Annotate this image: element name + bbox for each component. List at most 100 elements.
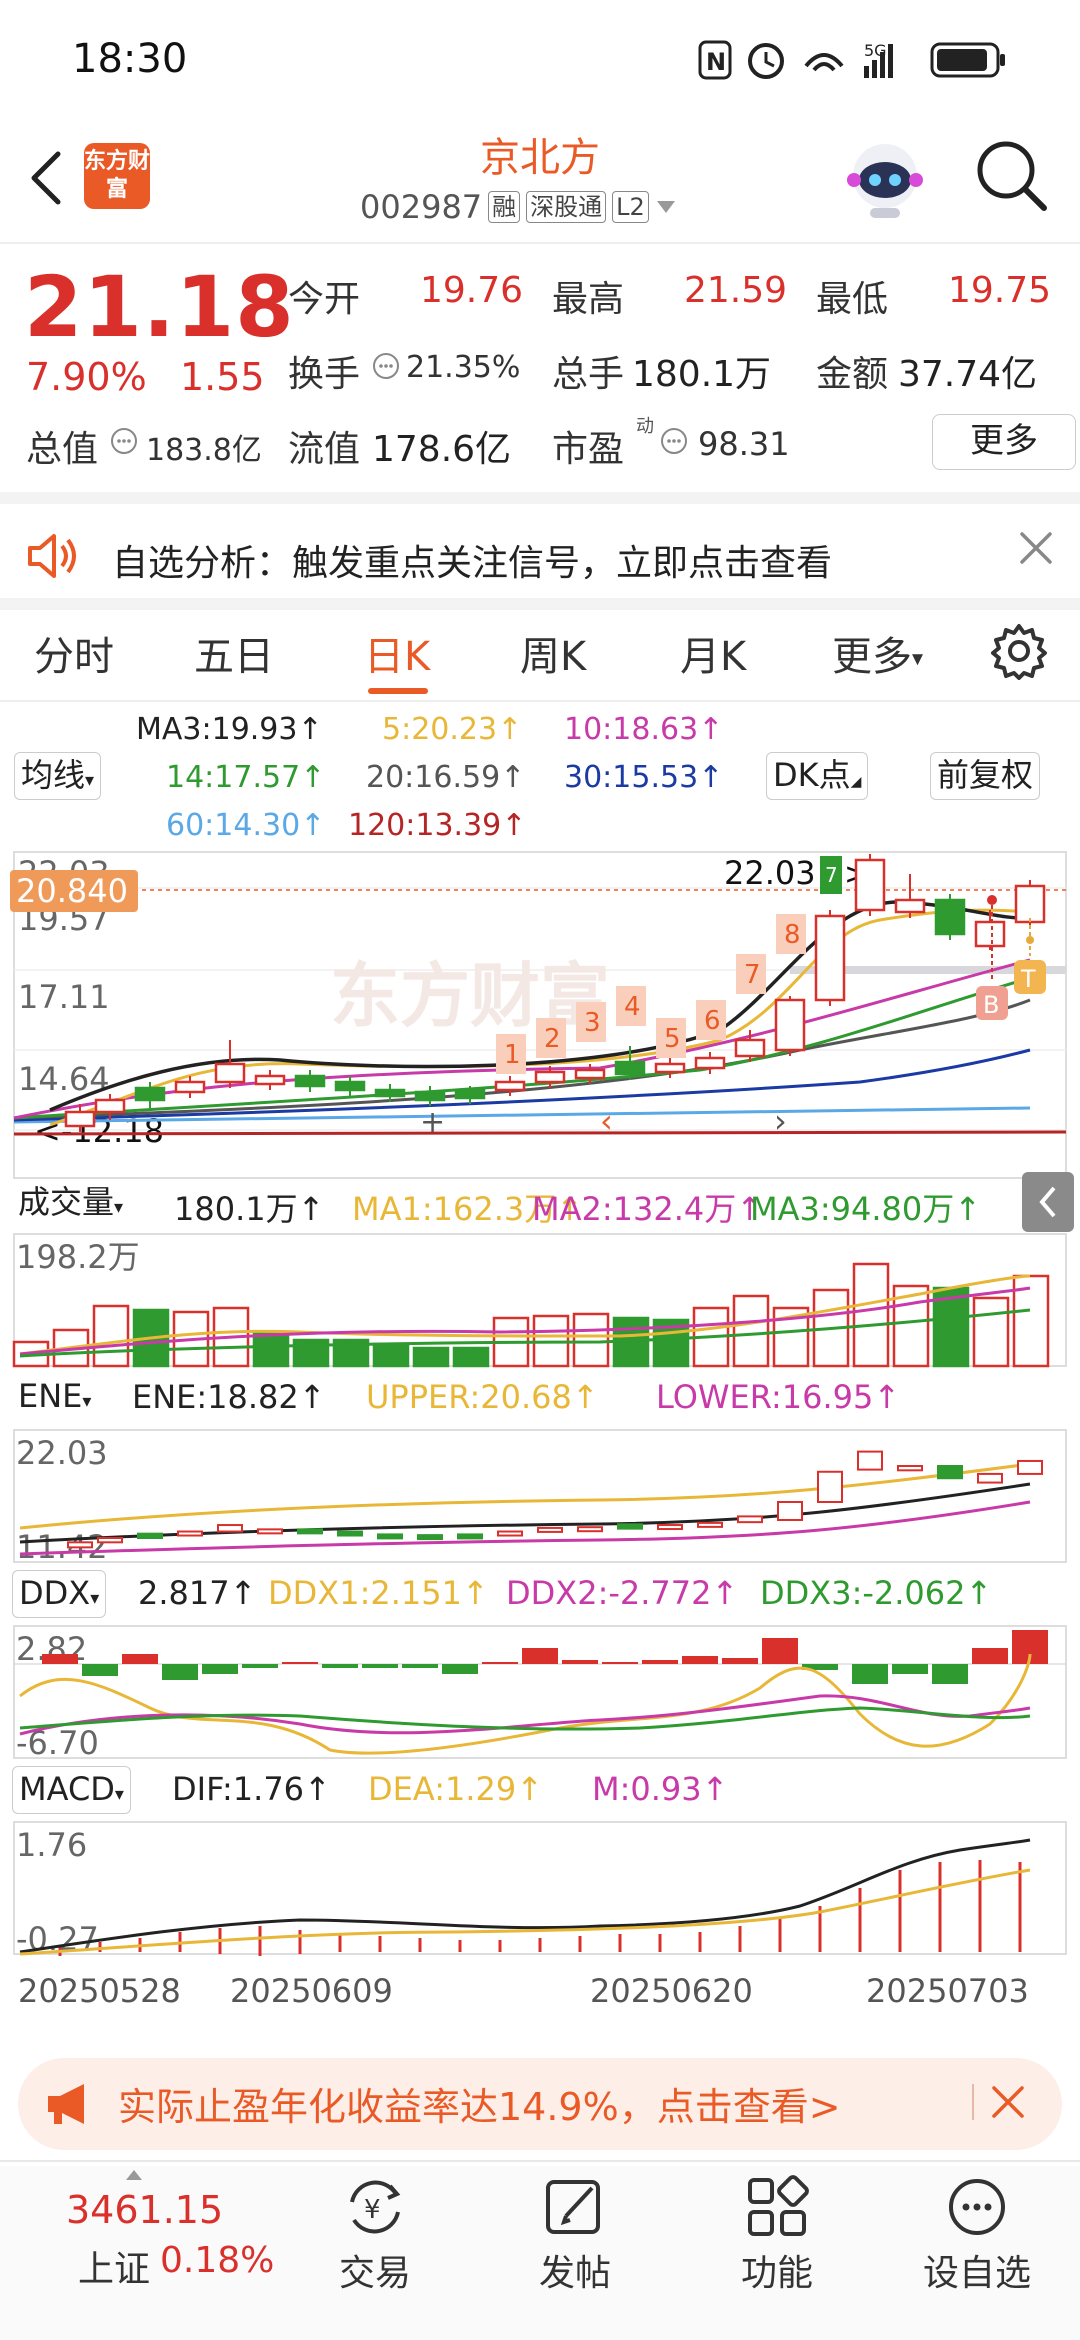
current-price-tag-text: 20.840 <box>16 872 128 910</box>
tab-monthly-k[interactable]: 月K <box>680 624 746 682</box>
dk-point-button[interactable]: DK点◢ <box>766 752 869 800</box>
macd-bar <box>538 1938 542 1952</box>
index-change[interactable]: 0.18% <box>160 2240 274 2281</box>
macd-dif-text: DIF:1.76 <box>172 1770 305 1808</box>
macd-m-text: M:0.93 <box>592 1770 702 1808</box>
info-icon[interactable] <box>372 352 400 380</box>
adjust-button[interactable]: 前复权 <box>930 752 1041 800</box>
info-icon[interactable] <box>660 427 688 455</box>
tab-five-day[interactable]: 五日 <box>194 624 274 682</box>
caret-down-icon: ▾ <box>82 1391 92 1412</box>
close-icon[interactable] <box>1016 528 1056 568</box>
macd-selector[interactable]: MACD▾ <box>12 1766 131 1814</box>
stock-code: 002987 <box>360 188 483 226</box>
search-icon[interactable] <box>974 138 1050 214</box>
volume-selector-label: 成交量 <box>18 1183 115 1221</box>
margin-tag: 融 <box>488 191 521 223</box>
change-amount: 1.55 <box>180 355 265 399</box>
close-icon[interactable] <box>990 2084 1026 2120</box>
tab-weekly-k[interactable]: 周K <box>520 624 586 682</box>
more-button[interactable]: 更多 <box>932 414 1076 470</box>
ma120-value: 120:13.39↑ <box>348 808 527 843</box>
volume-bar <box>452 1346 490 1368</box>
ddx1-value: DDX1:2.151↑ <box>268 1574 489 1612</box>
ddx-bar <box>892 1664 928 1674</box>
svg-text:4: 4 <box>624 992 641 1022</box>
index-name[interactable]: 上证 <box>78 2240 150 2292</box>
expand-icon[interactable] <box>126 2170 142 2180</box>
robot-assistant-icon[interactable] <box>842 136 928 222</box>
low-value: 19.75 <box>948 270 1052 311</box>
collapse-panel-icon[interactable] <box>1022 1172 1074 1232</box>
ene-candle <box>897 1465 923 1472</box>
tab-intraday[interactable]: 分时 <box>34 624 114 682</box>
ddx-bar <box>482 1662 518 1664</box>
ma60-value: 60:14.30↑ <box>166 808 326 843</box>
ddx-bar <box>762 1638 798 1664</box>
ene-candle <box>537 1526 563 1533</box>
ene-candle <box>97 1537 123 1544</box>
volume-selector[interactable]: 成交量▾ <box>12 1180 130 1228</box>
divider <box>0 598 1080 610</box>
ene-candle <box>977 1472 1003 1484</box>
ddx-bar <box>362 1664 398 1668</box>
macd-bar <box>378 1936 382 1952</box>
ene-chart[interactable]: 22.03 11.42 <box>0 1428 1080 1564</box>
candle <box>174 1080 206 1094</box>
notice-text[interactable]: 自选分析：触发重点关注信号，立即点击查看 <box>112 534 832 586</box>
open-value: 19.76 <box>420 270 524 311</box>
nav-functions[interactable]: 功能 <box>712 2172 842 2296</box>
ene-candle <box>577 1526 603 1533</box>
tab-daily-k[interactable]: 日K <box>364 624 430 682</box>
nav-post[interactable]: 发帖 <box>510 2172 640 2296</box>
ddx3-value: DDX3:-2.062↑ <box>760 1574 993 1612</box>
volume-chart[interactable]: 198.2万 <box>0 1232 1080 1368</box>
ene-candle <box>697 1521 723 1528</box>
tab-more-label: 更多 <box>832 634 912 680</box>
ma5-text: 5:20.23 <box>382 712 498 747</box>
watermark: 东方财富 <box>330 955 610 1037</box>
ddx-bar <box>242 1664 278 1668</box>
ddx-bar <box>522 1648 558 1664</box>
high-marker-text: 7 <box>825 863 838 887</box>
candle <box>334 1080 366 1092</box>
nav-functions-label: 功能 <box>740 2253 813 2294</box>
caret-down-icon: ▾ <box>114 1197 124 1218</box>
ma-selector[interactable]: 均线▾ <box>14 752 102 800</box>
date-label-3: 20250620 <box>590 1972 753 2010</box>
ene-upper-text: UPPER:20.68 <box>366 1378 572 1416</box>
volume-bar <box>572 1312 610 1368</box>
promo-text[interactable]: 实际止盈年化收益率达14.9%，点击查看> <box>118 2076 841 2131</box>
edit-icon <box>546 2180 600 2234</box>
tab-more[interactable]: 更多▾ <box>832 624 923 682</box>
svg-text:8: 8 <box>784 920 801 950</box>
nav-trade[interactable]: ¥ 交易 <box>310 2172 440 2296</box>
candle <box>454 1088 486 1100</box>
turnover-label: 换手 <box>288 354 361 395</box>
ddx-selector[interactable]: DDX▾ <box>12 1570 107 1618</box>
ene-candle <box>417 1534 443 1541</box>
nav-watchlist[interactable]: 设自选 <box>912 2172 1042 2296</box>
macd-chart[interactable]: 1.76 -0.27 <box>0 1820 1080 1956</box>
ddx-bar <box>42 1654 78 1664</box>
candle <box>894 898 926 914</box>
chevron-down-icon[interactable] <box>655 199 677 215</box>
candle <box>574 1068 606 1080</box>
ene-lower-text: LOWER:16.95 <box>656 1378 874 1416</box>
ddx-bar <box>282 1662 318 1664</box>
index-value[interactable]: 3461.15 <box>66 2188 223 2232</box>
ene-selector[interactable]: ENE▾ <box>12 1374 98 1422</box>
ddx-bar <box>442 1664 478 1674</box>
gear-icon[interactable] <box>990 622 1048 680</box>
ddx-bar <box>402 1664 438 1668</box>
volume-ma2-text: MA2:132.4万 <box>532 1190 737 1228</box>
ene-candle <box>177 1530 203 1537</box>
info-icon[interactable] <box>110 427 138 455</box>
macd-tick-top: 1.76 <box>16 1826 87 1864</box>
ene-candle <box>217 1524 243 1533</box>
ene-upper: UPPER:20.68↑ <box>366 1378 599 1416</box>
candle <box>854 858 886 912</box>
kline-chart[interactable]: 东方财富 22.03 19.57 17.11 14.64 20.840 22.0… <box>0 850 1080 1180</box>
ddx-chart[interactable]: 2.82 -6.70 <box>0 1624 1080 1760</box>
candle <box>94 1098 126 1114</box>
